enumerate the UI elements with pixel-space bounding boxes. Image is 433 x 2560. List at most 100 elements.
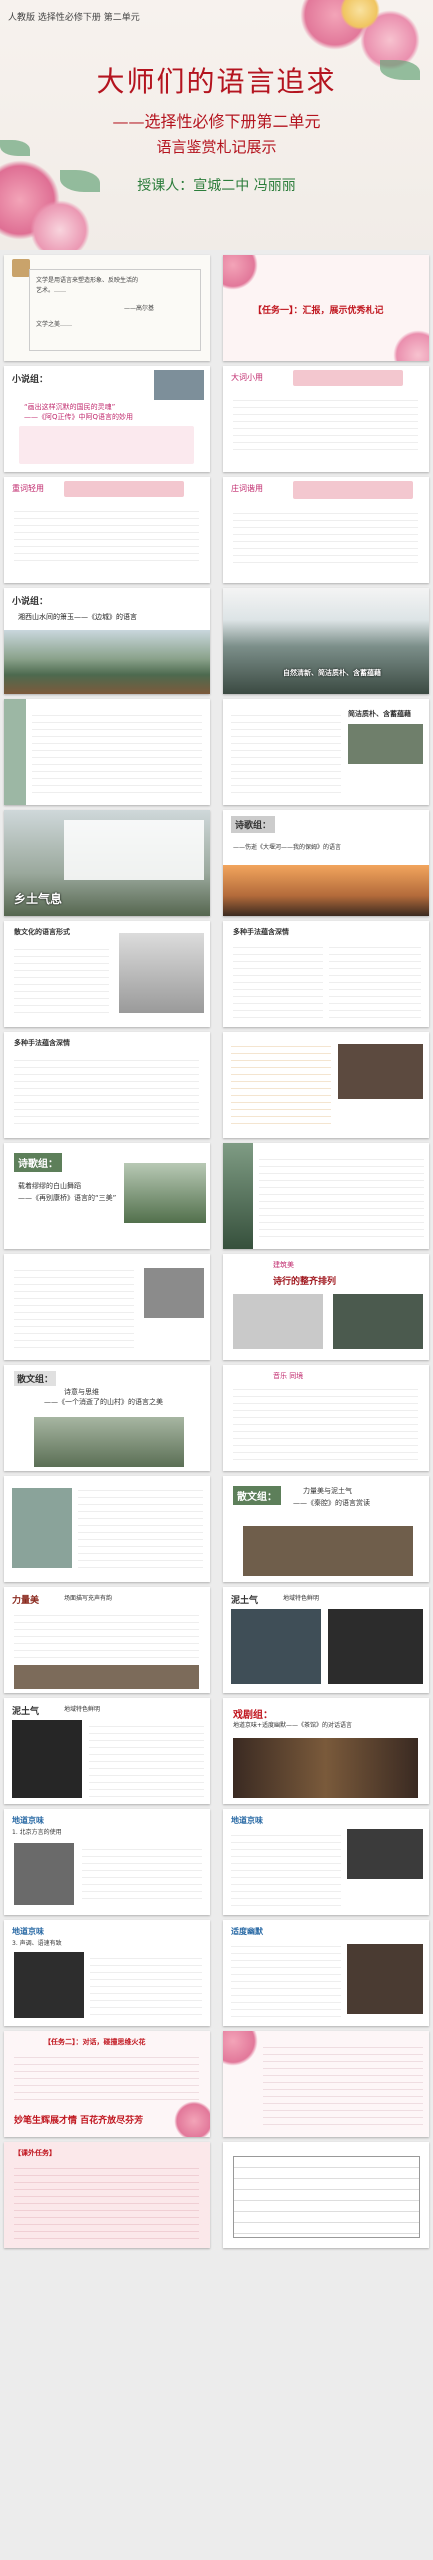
slide-heading: 诗歌组： [14, 1153, 62, 1172]
slide-text: 妙笔生辉展才情 百花齐放尽芬芳 [14, 2116, 144, 2126]
slide-thumbnail[interactable]: 诗歌组： 载着缪缪的白山舞蹈 ——《再别康桥》语言的“三美” [4, 1143, 210, 1249]
slide-thumbnail[interactable]: 地道京味 [223, 1809, 429, 1915]
slide-thumbnail[interactable]: 地道京味 3. 声调、语速有致 [4, 1920, 210, 2026]
slide-thumbnail[interactable]: 简洁质朴、含蓄蕴藉 [223, 699, 429, 805]
photo [333, 1294, 423, 1349]
photo [348, 724, 423, 764]
slide-text: 艺术。…… [36, 287, 67, 294]
slide-heading: 【课外任务】 [14, 2149, 56, 2157]
slide-thumbnail[interactable] [223, 1143, 429, 1249]
flower-decoration [30, 200, 90, 250]
slide-thumbnail[interactable]: 大词小用 [223, 366, 429, 472]
slide-thumbnail[interactable]: 泥土气 地域特色鲜明 [223, 1587, 429, 1693]
slide-thumbnail[interactable] [223, 2142, 429, 2248]
slide-text: 文学之美…… [36, 321, 73, 328]
slide-thumbnail[interactable]: 多种手法蕴含深情 [223, 921, 429, 1027]
slide-body [233, 1383, 418, 1463]
slide-heading: 散文组： [14, 1371, 57, 1386]
slide-thumbnail[interactable]: 适度幽默 [223, 1920, 429, 2026]
slide-text: ——《阿Q正传》中阿Q语言的妙用 [24, 413, 134, 421]
slide-thumbnail[interactable]: 小说组： “画出这样沉默的国民的灵魂” ——《阿Q正传》中阿Q语言的妙用 [4, 366, 210, 472]
slide-thumbnail[interactable] [223, 2031, 429, 2137]
photo [12, 1488, 72, 1568]
slide-text: ——伤逝《大堰河——我的保姆》的语言 [233, 844, 342, 851]
slide-heading: 大词小用 [231, 373, 263, 382]
slide-thumbnail[interactable]: 力量美 场面描写充声有韵 [4, 1587, 210, 1693]
slide-thumbnail[interactable]: 多种手法蕴含深情 [4, 1032, 210, 1138]
slide-body [231, 1829, 341, 1907]
photo [347, 1944, 423, 2014]
slide-text: 自然清新、简洁质朴、含蓄蕴藉 [283, 669, 381, 677]
slide-thumbnail[interactable]: 小说组： 湘西山水间的箫玉——《边城》的语言 [4, 588, 210, 694]
slide-thumbnail[interactable]: 建筑美 诗行的整齐排列 [223, 1254, 429, 1360]
slide-body [231, 709, 341, 795]
slide-thumbnail[interactable]: 音乐 同境 [223, 1365, 429, 1471]
flower-decoration [223, 255, 258, 290]
slide-text: 建筑美 [273, 1261, 294, 1269]
slide-thumbnail[interactable]: 【任务一】：汇报，展示优秀札记 [223, 255, 429, 361]
slide-body [259, 1153, 424, 1239]
slide-thumbnail[interactable]: 庄词谐用 [223, 477, 429, 583]
slide-text: 3. 声调、语速有致 [12, 1940, 62, 1947]
slide-heading: 力量美 [12, 1596, 40, 1606]
photo [233, 1294, 323, 1349]
slide-body [89, 1720, 204, 1798]
slide-text: 地域特色鲜明 [64, 1706, 101, 1713]
slide-heading: 适度幽默 [231, 1927, 263, 1936]
sunset-photo [223, 865, 429, 916]
slide-text: 地道京味+适度幽默——《茶馆》的对话语言 [233, 1722, 353, 1729]
table-image [233, 2156, 420, 2238]
photo [14, 1665, 199, 1689]
slide-thumbnail[interactable]: 乡土气息 [4, 810, 210, 916]
slide-thumbnail[interactable]: 戏剧组： 地道京味+适度幽默——《茶馆》的对话语言 [223, 1698, 429, 1804]
slide-body [14, 1609, 199, 1659]
slide-thumbnail[interactable]: 文学是用语言来塑造形象、反映生活的 艺术。…… ——高尔基 文学之美…… [4, 255, 210, 361]
slide-body [233, 941, 323, 1019]
slide-heading: 地道京味 [231, 1816, 263, 1825]
slide-thumbnail[interactable]: 自然清新、简洁质朴、含蓄蕴藉 [223, 588, 429, 694]
slide-text: ——《一个消逝了的山村》的语言之美 [44, 1398, 163, 1406]
slide-thumbnail[interactable]: 泥土气 地域特色鲜明 [4, 1698, 210, 1804]
cover-badge: 人教版 选择性必修下册 第二单元 [8, 13, 140, 23]
slide-thumbnail[interactable] [4, 1476, 210, 1582]
cover-subtitle: ——选择性必修下册第二单元 [112, 112, 321, 131]
slide-body [78, 1484, 203, 1574]
tag-box [293, 481, 413, 499]
photo [12, 1720, 82, 1798]
slide-body [14, 505, 199, 565]
landscape-photo [223, 588, 429, 694]
slide-heading: 泥土气 [231, 1596, 259, 1606]
slide-thumbnail[interactable]: 重词轻用 [4, 477, 210, 583]
photo [233, 1738, 418, 1798]
slide-thumbnail[interactable]: 地道京味 1. 北京方言的使用 [4, 1809, 210, 1915]
slide-thumbnail[interactable]: 散文组： 力量美与泥土气 ——《秦腔》的语言赏读 [223, 1476, 429, 1582]
slide-body [263, 2041, 423, 2126]
landscape-photo [4, 630, 210, 694]
slide-body [14, 2051, 199, 2106]
slide-thumbnail[interactable]: 散文组： 诗意与思维 ——《一个消逝了的山村》的语言之美 [4, 1365, 210, 1471]
photo [231, 1609, 321, 1684]
slide-heading: 乡土气息 [14, 892, 63, 906]
slide-body [14, 2162, 199, 2240]
slide-thumbnail[interactable]: 【课外任务】 [4, 2142, 210, 2248]
slide-thumbnail[interactable]: 【任务二】：对话，碰撞思维火花 妙笔生辉展才情 百花齐放尽芬芳 [4, 2031, 210, 2137]
slide-body [329, 941, 421, 1019]
slide-heading: 小说组： [12, 375, 49, 385]
cover-slide[interactable]: 人教版 选择性必修下册 第二单元 大师们的语言追求 ——选择性必修下册第二单元 … [0, 0, 433, 250]
photo [243, 1526, 413, 1576]
slide-body [90, 1952, 202, 2018]
slide-text: 力量美与泥土气 [303, 1487, 352, 1495]
slide-thumbnail[interactable] [223, 1032, 429, 1138]
photo [124, 1163, 206, 1223]
slide-text: 文学是用语言来塑造形象、反映生活的 [36, 277, 139, 284]
slide-thumbnail[interactable] [4, 699, 210, 805]
text-box [19, 426, 194, 464]
slide-thumbnail[interactable]: 散文化的语言形式 [4, 921, 210, 1027]
slide-thumbnail[interactable] [4, 1254, 210, 1360]
side-image [4, 699, 26, 805]
slide-body [64, 820, 204, 880]
slide-heading: 小说组： [12, 597, 49, 607]
slide-body [231, 1040, 331, 1128]
slide-thumbnail[interactable]: 诗歌组： ——伤逝《大堰河——我的保姆》的语言 [223, 810, 429, 916]
slide-overview: 人教版 选择性必修下册 第二单元 大师们的语言追求 ——选择性必修下册第二单元 … [0, 0, 433, 2560]
